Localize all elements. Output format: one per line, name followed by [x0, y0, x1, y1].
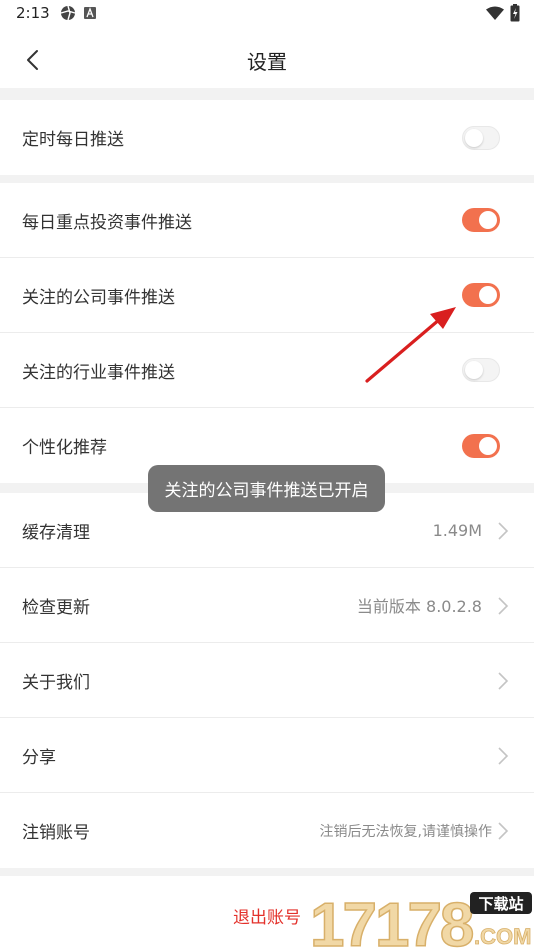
- setting-label: 关于我们: [22, 672, 90, 693]
- timed-push-section: 定时每日推送: [0, 100, 534, 175]
- status-right-icons: [486, 4, 520, 22]
- status-bar: 2:13: [0, 0, 534, 28]
- setting-label: 缓存清理: [22, 522, 90, 543]
- setting-row-about-us[interactable]: 关于我们: [0, 643, 534, 718]
- toggle-knob: [465, 128, 483, 147]
- setting-row-followed-industry-push: 关注的行业事件推送: [0, 333, 534, 408]
- toast-message: 关注的公司事件推送已开启: [148, 465, 385, 512]
- chevron-right-icon: [498, 597, 509, 615]
- setting-row-daily-investment-push: 每日重点投资事件推送: [0, 183, 534, 258]
- delete-account-warning: 注销后无法恢复,请谨慎操作: [319, 823, 492, 840]
- battery-icon: [510, 4, 520, 22]
- chevron-right-icon: [498, 672, 509, 690]
- toggle-daily-investment-push[interactable]: [462, 208, 500, 232]
- aperture-icon: [60, 5, 76, 21]
- toggle-followed-industry-push[interactable]: [462, 358, 500, 382]
- setting-label: 每日重点投资事件推送: [22, 212, 192, 233]
- nav-bar: 设置: [0, 28, 534, 88]
- watermark-logo: 17178 下载站 .COM: [309, 886, 534, 950]
- toggle-knob: [479, 286, 497, 304]
- general-section: 缓存清理 1.49M 检查更新 当前版本 8.0.2.8 关于我们 分享 注销账…: [0, 493, 534, 868]
- setting-row-delete-account[interactable]: 注销账号 注销后无法恢复,请谨慎操作: [0, 793, 534, 868]
- page-title: 设置: [247, 50, 287, 74]
- toggle-timed-push[interactable]: [462, 125, 500, 150]
- cache-size-value: 1.49M: [432, 520, 482, 540]
- chevron-right-icon: [498, 747, 509, 765]
- toggle-knob: [465, 361, 483, 379]
- version-value: 当前版本 8.0.2.8: [356, 597, 482, 616]
- svg-text:17178: 17178: [310, 891, 473, 950]
- status-time: 2:13: [16, 4, 50, 22]
- wifi-icon: [486, 6, 504, 20]
- watermark-badge: 下载站: [478, 895, 523, 913]
- toggle-personalized-recommendation[interactable]: [462, 433, 500, 458]
- toggle-followed-company-push[interactable]: [462, 283, 500, 307]
- push-settings-section: 每日重点投资事件推送 关注的公司事件推送 关注的行业事件推送 个性化推荐: [0, 183, 534, 483]
- setting-label: 关注的公司事件推送: [22, 287, 175, 308]
- setting-label: 分享: [22, 747, 56, 768]
- setting-label: 注销账号: [22, 823, 90, 843]
- setting-label: 关注的行业事件推送: [22, 362, 175, 383]
- chevron-right-icon: [498, 822, 509, 840]
- watermark-sub: .COM: [474, 924, 531, 949]
- setting-row-followed-company-push: 关注的公司事件推送: [0, 258, 534, 333]
- setting-label: 定时每日推送: [22, 130, 124, 150]
- toggle-knob: [479, 436, 497, 455]
- setting-row-check-update[interactable]: 检查更新 当前版本 8.0.2.8: [0, 568, 534, 643]
- setting-row-timed-push: 定时每日推送: [0, 100, 534, 175]
- chevron-right-icon: [498, 522, 509, 540]
- toggle-knob: [479, 211, 497, 229]
- status-left-icons: [60, 5, 96, 21]
- setting-label: 个性化推荐: [22, 438, 107, 458]
- app-notification-icon: [84, 7, 96, 19]
- setting-row-share[interactable]: 分享: [0, 718, 534, 793]
- setting-label: 检查更新: [22, 597, 90, 618]
